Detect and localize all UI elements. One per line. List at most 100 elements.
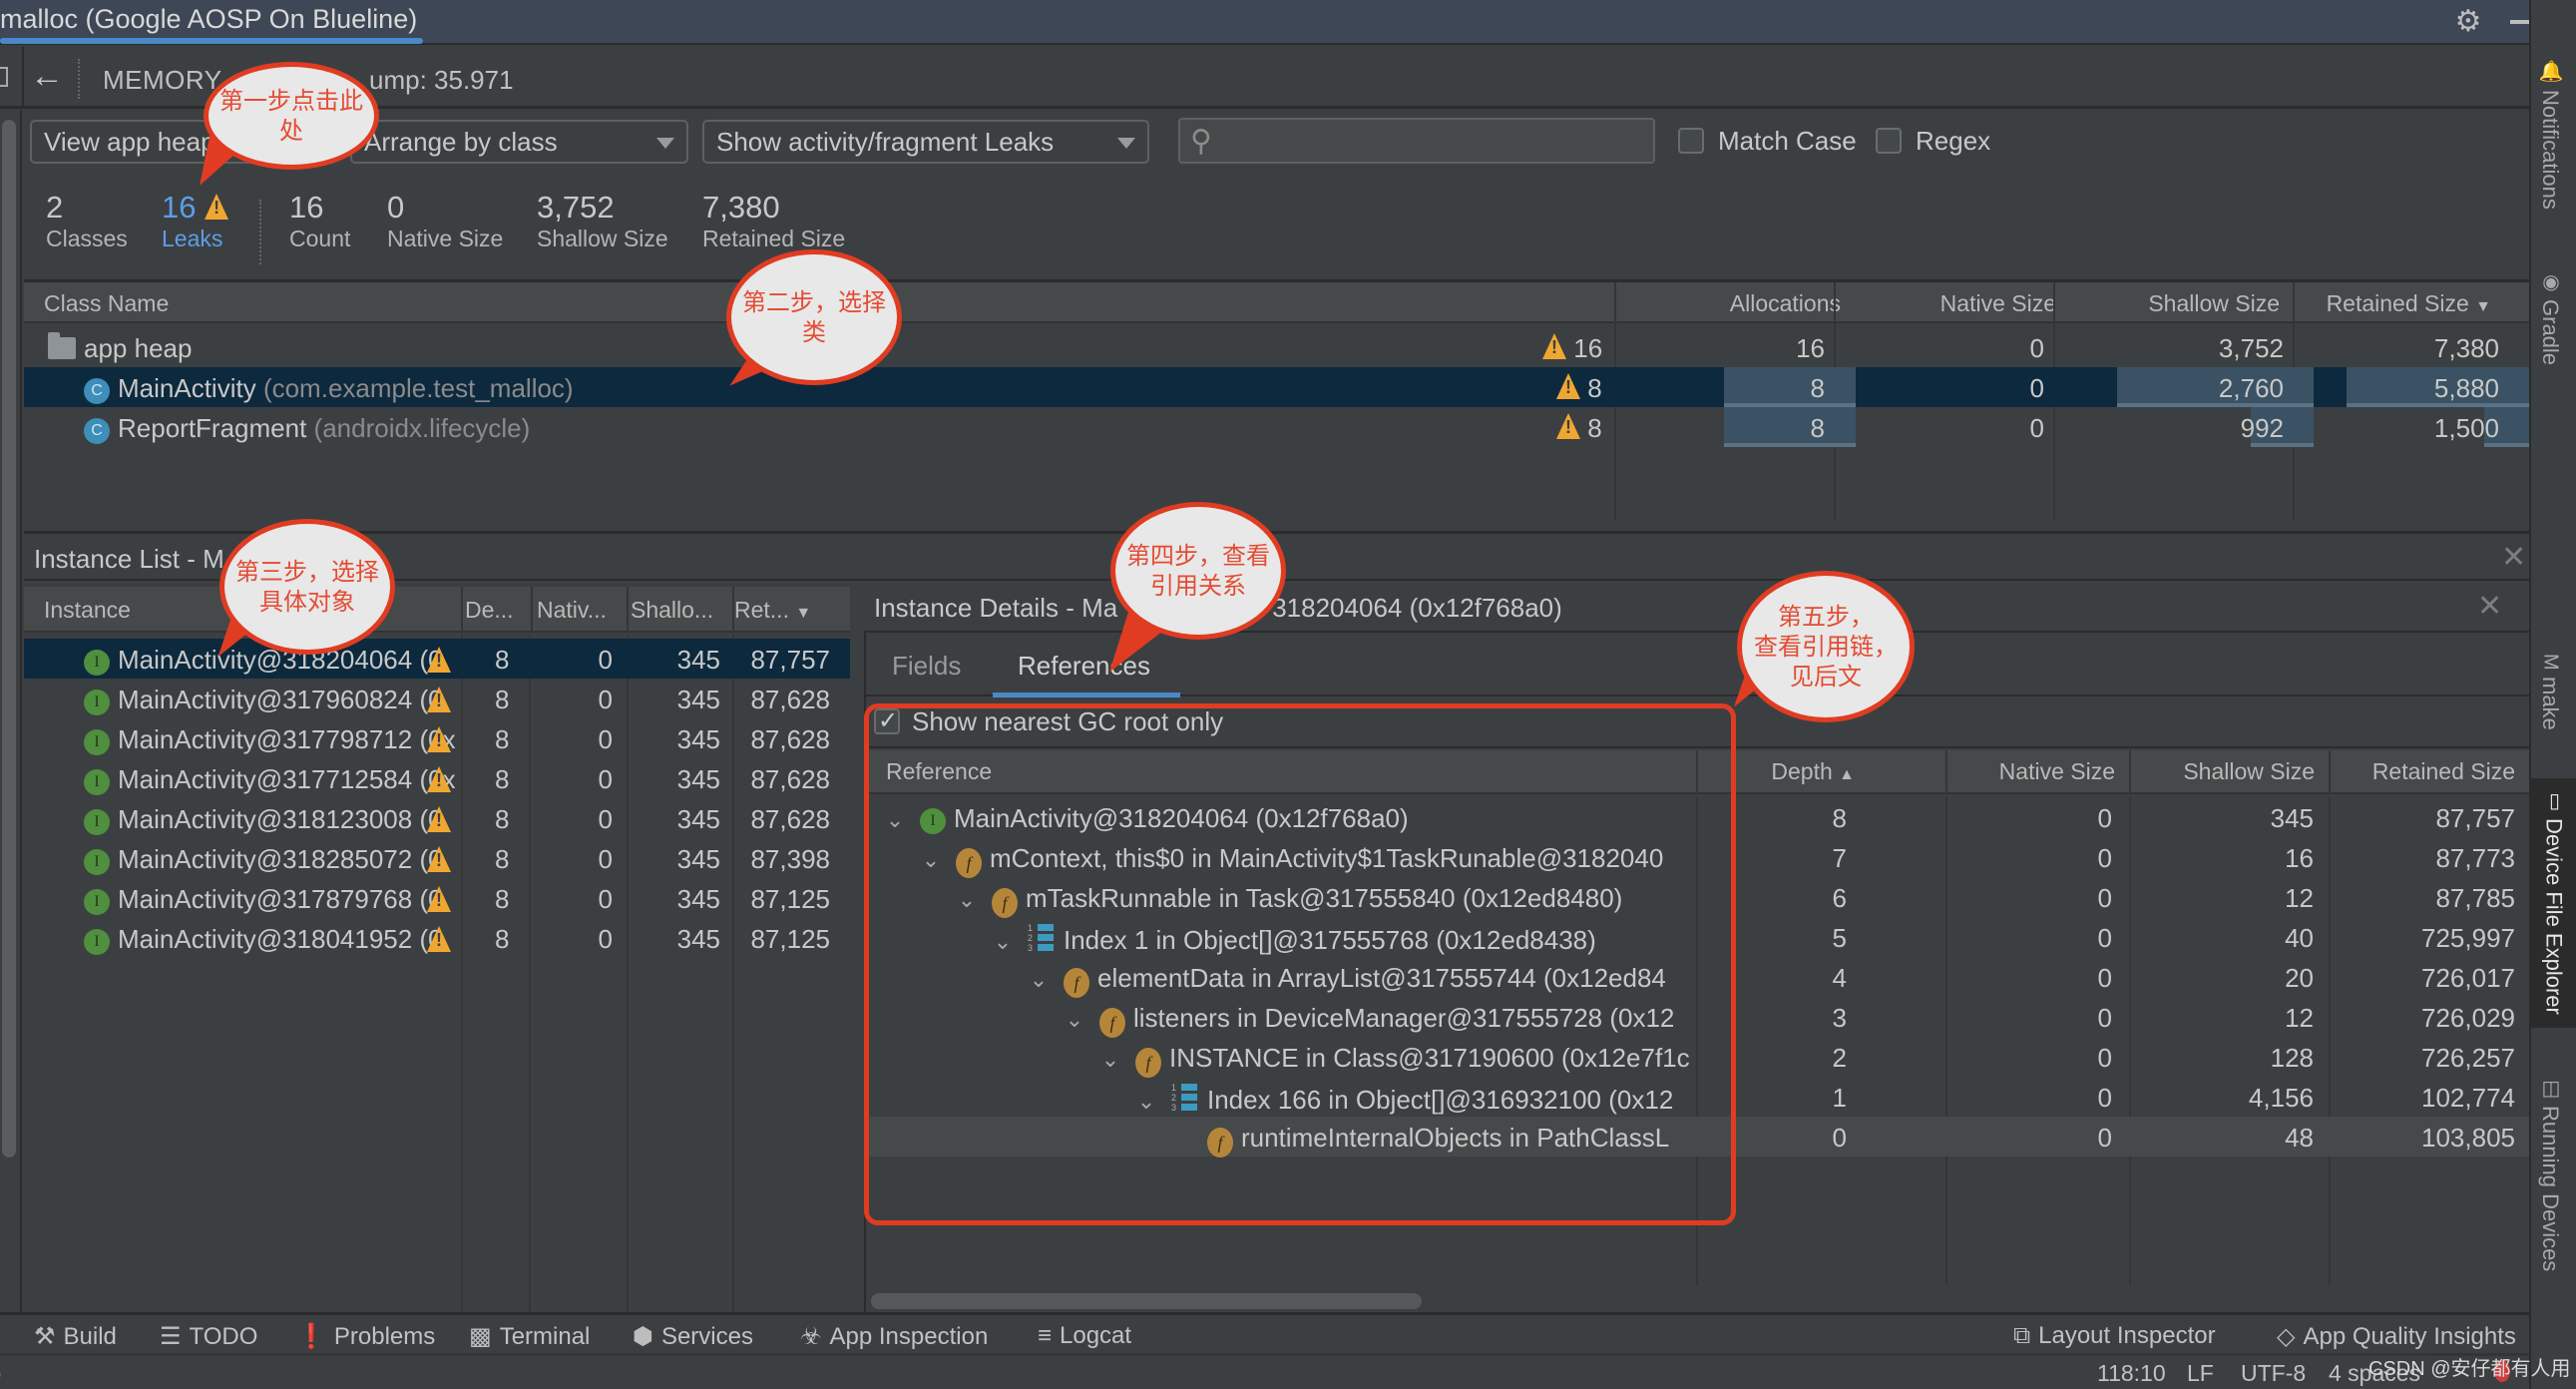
regex-label[interactable]: Regex xyxy=(1916,126,1990,157)
search-input[interactable]: ⚲ xyxy=(1178,118,1655,164)
tool-build[interactable]: ⚒ Build xyxy=(34,1322,117,1351)
tool-terminal[interactable]: ▩ Terminal xyxy=(469,1322,590,1351)
tool-todo[interactable]: ☰ TODO xyxy=(160,1322,257,1351)
file-encoding[interactable]: UTF-8 xyxy=(2241,1360,2306,1387)
col-native[interactable]: Nativ... xyxy=(537,597,607,624)
window-title[interactable]: malloc (Google AOSP On Blueline) xyxy=(0,4,417,35)
column-divider[interactable] xyxy=(2129,750,2131,794)
stripe-label: Gradle xyxy=(2538,299,2563,366)
tool-services[interactable]: ⬢ Services xyxy=(633,1322,753,1351)
sort-desc-icon: ▼ xyxy=(2475,298,2491,315)
col-allocations[interactable]: Allocations xyxy=(1730,290,1841,317)
col-shallow-size[interactable]: Shallow Size xyxy=(2183,758,2315,785)
column-divider[interactable] xyxy=(461,587,463,633)
instance-row-selected[interactable]: IMainActivity@318204064 (08034587,757 xyxy=(24,639,850,679)
instance-row[interactable]: I MainActivity@317712584 (0x 8 0 345 87,628 xyxy=(24,758,850,798)
class-row[interactable]: app heap 16 16 0 3,752 7,380 xyxy=(24,327,2529,367)
line-separator[interactable]: LF xyxy=(2187,1360,2214,1387)
shallow-size-cell: 128 xyxy=(2270,1043,2314,1073)
class-icon: C xyxy=(84,418,110,444)
stat-count: 16 Count xyxy=(289,190,350,252)
tab-fields[interactable]: Fields xyxy=(892,651,961,682)
tool-layout-inspector[interactable]: ⧉ Layout Inspector xyxy=(2013,1322,2216,1350)
retained-size-cell: 102,774 xyxy=(2421,1083,2515,1113)
instance-name-cell: I MainActivity@317712584 (0x xyxy=(84,764,483,795)
vertical-scrollbar[interactable] xyxy=(2,120,16,1158)
stripe-device-file-explorer[interactable]: ▯ Device File Explorer xyxy=(2531,778,2576,1028)
column-divider[interactable] xyxy=(531,587,533,633)
warning-icon xyxy=(427,726,451,752)
tool-app-inspection[interactable]: ☣ App Inspection xyxy=(800,1322,988,1351)
stripe-make[interactable]: Mmake xyxy=(2537,654,2563,729)
column-divider[interactable] xyxy=(2329,750,2331,794)
search-icon[interactable]: ⚲ xyxy=(1190,124,1212,159)
col-class-name[interactable]: Class Name xyxy=(44,290,169,317)
divider xyxy=(22,47,24,109)
instance-row[interactable]: I MainActivity@317960824 (0 8 0 345 87,628 xyxy=(24,679,850,718)
col-shallow-size[interactable]: Shallow Size xyxy=(2148,290,2280,317)
column-divider[interactable] xyxy=(1834,282,1836,326)
leak-count: 16 xyxy=(1573,333,1603,363)
instance-row[interactable]: I MainActivity@318123008 (0 8 0 345 87,628 xyxy=(24,798,850,838)
devices-icon: ◫ xyxy=(2539,1076,2561,1100)
column-divider[interactable] xyxy=(1614,282,1616,326)
arrange-select[interactable]: Arrange by class xyxy=(350,120,688,164)
class-row-selected[interactable]: C MainActivity (com.example.test_malloc) … xyxy=(24,367,2529,407)
instance-row[interactable]: I MainActivity@317798712 (0x 8 0 345 87,628 xyxy=(24,718,850,758)
warning-icon xyxy=(427,846,451,872)
match-case-label[interactable]: Match Case xyxy=(1718,126,1857,157)
col-shallow[interactable]: Shallo... xyxy=(631,597,713,624)
instance-row[interactable]: I MainActivity@318041952 (0 8 0 345 87,125 xyxy=(24,918,850,958)
tool-app-quality-insights[interactable]: ◇ App Quality Insights xyxy=(2277,1322,2516,1351)
col-retained-size[interactable]: Retained Size xyxy=(2372,758,2515,785)
native-cell: 0 xyxy=(598,724,613,754)
native-size-cell: 0 xyxy=(2097,1003,2112,1033)
close-icon[interactable]: ✕ xyxy=(2501,540,2526,575)
stat-leaks[interactable]: 16 Leaks xyxy=(162,190,229,252)
caret-position[interactable]: 118:10 xyxy=(2097,1360,2166,1387)
column-divider[interactable] xyxy=(1945,750,1947,794)
instance-name: MainActivity@317879768 (0 xyxy=(118,884,443,914)
tool-logcat[interactable]: ≡ Logcat xyxy=(1038,1322,1131,1350)
warning-icon xyxy=(205,194,229,220)
back-arrow-icon[interactable]: ← xyxy=(30,57,64,96)
search-field[interactable] xyxy=(1230,124,1639,158)
col-retained-size[interactable]: Retained Size ▼ xyxy=(2327,290,2491,317)
shallow-cell: 345 xyxy=(676,804,720,834)
stat-value: 16 xyxy=(289,190,324,225)
stripe-gradle[interactable]: ◉ Gradle xyxy=(2537,269,2563,365)
horizontal-scrollbar[interactable] xyxy=(871,1293,1422,1309)
stripe-running-devices[interactable]: ◫ Running Devices xyxy=(2537,1076,2563,1271)
close-icon[interactable]: ✕ xyxy=(2477,589,2502,624)
leak-filter-select[interactable]: Show activity/fragment Leaks xyxy=(702,120,1149,164)
col-retained[interactable]: Ret... ▼ xyxy=(734,597,811,624)
col-depth[interactable]: Depth ▲ xyxy=(1771,758,1855,785)
class-row[interactable]: C ReportFragment (androidx.lifecycle) 8 8… xyxy=(24,407,2529,447)
col-depth[interactable]: De... xyxy=(465,597,514,624)
stripe-label: Notifications xyxy=(2538,90,2563,211)
retained-size-cell: 5,880 xyxy=(2433,373,2499,403)
folder-icon xyxy=(48,332,76,359)
stat-value: 7,380 xyxy=(702,190,780,225)
match-case-checkbox[interactable] xyxy=(1678,128,1704,154)
column-divider[interactable] xyxy=(627,587,629,633)
hammer-icon: ⚒ xyxy=(34,1323,56,1350)
instance-name-cell: I MainActivity@317798712 (0x xyxy=(84,724,483,755)
tool-problems[interactable]: ❗ Problems xyxy=(296,1322,435,1351)
column-divider[interactable] xyxy=(2293,282,2295,326)
stat-label[interactable]: Leaks xyxy=(162,226,228,252)
column-divider[interactable] xyxy=(2053,282,2055,326)
col-native-size[interactable]: Native Size xyxy=(1999,758,2115,785)
stat-value: 16 xyxy=(162,190,197,225)
col-instance[interactable]: Instance xyxy=(44,597,131,624)
shallow-size-cell: 12 xyxy=(2285,1003,2314,1033)
instance-row[interactable]: I MainActivity@317879768 (0 8 0 345 87,125 xyxy=(24,878,850,918)
panel-toggle-icon[interactable] xyxy=(0,67,8,87)
instance-row[interactable]: I MainActivity@318285072 (0 8 0 345 87,398 xyxy=(24,838,850,878)
col-native-size[interactable]: Native Size xyxy=(1940,290,2056,317)
stripe-notifications[interactable]: 🔔 Notifications xyxy=(2537,60,2563,210)
regex-checkbox[interactable] xyxy=(1876,128,1902,154)
gear-icon[interactable]: ⚙ xyxy=(2452,6,2484,38)
tool-label: App Inspection xyxy=(829,1323,989,1350)
allocations-bar xyxy=(1724,407,1856,447)
